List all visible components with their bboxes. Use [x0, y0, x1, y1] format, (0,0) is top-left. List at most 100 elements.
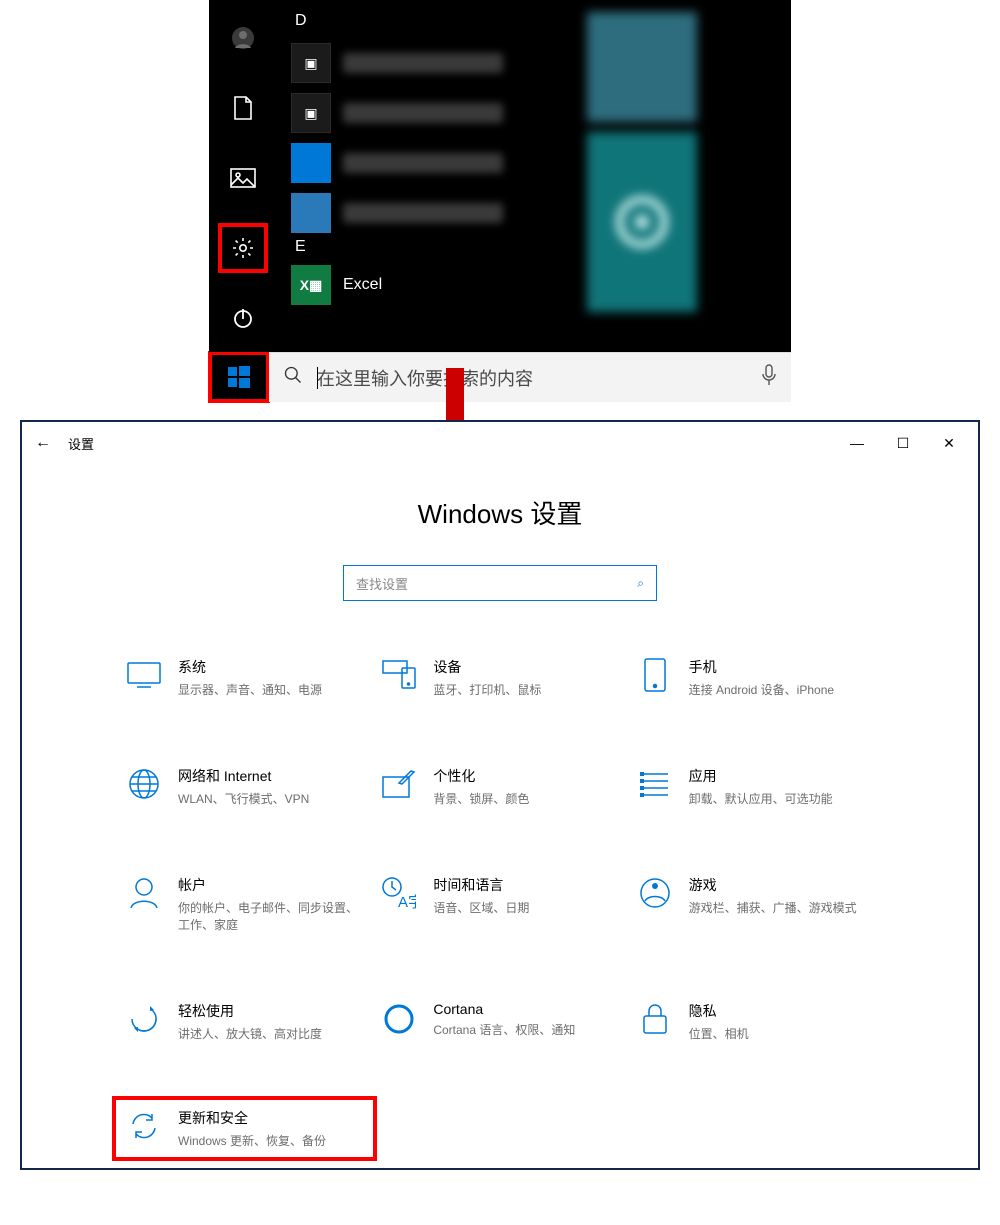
category-desc: 卸载、默认应用、可选功能 [689, 790, 833, 807]
category-desc: 位置、相机 [689, 1025, 749, 1042]
back-button[interactable]: ← [28, 434, 58, 452]
category-desc: Windows 更新、恢复、备份 [178, 1132, 326, 1149]
settings-categories: 系统 显示器、声音、通知、电源 设备 蓝牙、打印机、鼠标 手机 [122, 651, 878, 1153]
category-update-security[interactable]: 更新和安全 Windows 更新、恢复、备份 [112, 1096, 377, 1161]
category-desc: 背景、锁屏、颜色 [433, 790, 529, 807]
maximize-button[interactable]: ☐ [880, 422, 926, 464]
category-title: 游戏 [689, 875, 857, 895]
category-title: 系统 [178, 657, 322, 677]
start-button[interactable] [209, 352, 269, 402]
apps-icon [637, 766, 673, 802]
category-desc: 显示器、声音、通知、电源 [178, 681, 322, 698]
app-item[interactable] [287, 188, 577, 238]
svg-text:A字: A字 [398, 894, 416, 909]
app-label: Excel [343, 276, 382, 294]
user-account-icon[interactable] [219, 14, 267, 62]
category-desc: 语音、区域、日期 [433, 899, 529, 916]
phone-icon [637, 657, 673, 693]
category-desc: 游戏栏、捕获、广播、游戏模式 [689, 899, 857, 916]
category-title: 更新和安全 [178, 1108, 326, 1128]
category-title: Cortana [433, 1001, 575, 1017]
category-title: 应用 [689, 766, 833, 786]
search-placeholder: 查找设置 [356, 574, 408, 593]
search-placeholder: 在这里输入你要搜索的内容 [317, 365, 533, 391]
start-tile[interactable] [587, 132, 697, 312]
start-tile[interactable] [587, 12, 697, 122]
category-desc: 蓝牙、打印机、鼠标 [433, 681, 541, 698]
category-accounts[interactable]: 帐户 你的帐户、电子邮件、同步设置、工作、家庭 [122, 869, 367, 939]
accounts-icon [126, 875, 162, 911]
category-desc: 你的帐户、电子邮件、同步设置、工作、家庭 [178, 899, 358, 933]
settings-search-input[interactable]: 查找设置 ⌕ [343, 565, 657, 601]
window-titlebar: ← 设置 — ☐ ✕ [22, 422, 978, 464]
category-title: 个性化 [433, 766, 529, 786]
category-title: 网络和 Internet [178, 766, 309, 786]
category-apps[interactable]: 应用 卸载、默认应用、可选功能 [633, 760, 878, 813]
window-controls: — ☐ ✕ [834, 422, 972, 464]
start-left-rail [209, 0, 277, 352]
app-label-blurred [343, 103, 503, 123]
category-ease-of-access[interactable]: 轻松使用 讲述人、放大镜、高对比度 [122, 995, 367, 1048]
taskbar: 在这里输入你要搜索的内容 [209, 352, 791, 402]
cortana-icon [381, 1001, 417, 1037]
category-title: 时间和语言 [433, 875, 529, 895]
app-item[interactable]: ▣ [287, 38, 577, 88]
category-title: 隐私 [689, 1001, 749, 1021]
category-time-language[interactable]: A字 时间和语言 语音、区域、日期 [377, 869, 622, 939]
globe-icon [126, 766, 162, 802]
category-desc: 讲述人、放大镜、高对比度 [178, 1025, 322, 1042]
ease-of-access-icon [126, 1001, 162, 1037]
search-icon: ⌕ [637, 576, 644, 591]
app-tile-icon: ▣ [291, 93, 331, 133]
start-menu-body: D ▣ ▣ E X▦ Excel [209, 0, 791, 352]
category-cortana[interactable]: Cortana Cortana 语言、权限、通知 [377, 995, 622, 1048]
category-title: 帐户 [178, 875, 358, 895]
taskbar-search[interactable]: 在这里输入你要搜索的内容 [269, 352, 791, 402]
pictures-icon[interactable] [219, 154, 267, 202]
category-network[interactable]: 网络和 Internet WLAN、飞行模式、VPN [122, 760, 367, 813]
section-letter-d[interactable]: D [295, 12, 577, 30]
category-gaming[interactable]: 游戏 游戏栏、捕获、广播、游戏模式 [633, 869, 878, 939]
start-tile-area [577, 0, 791, 352]
app-label-blurred [343, 53, 503, 73]
category-personalization[interactable]: 个性化 背景、锁屏、颜色 [377, 760, 622, 813]
gaming-icon [637, 875, 673, 911]
system-icon [126, 657, 162, 693]
app-item[interactable] [287, 138, 577, 188]
app-tile-icon [291, 193, 331, 233]
app-label-blurred [343, 153, 503, 173]
minimize-button[interactable]: — [834, 422, 880, 464]
app-item-excel[interactable]: X▦ Excel [287, 260, 577, 310]
start-menu: D ▣ ▣ E X▦ Excel [209, 0, 791, 402]
category-title: 设备 [433, 657, 541, 677]
time-language-icon: A字 [381, 875, 417, 911]
category-privacy[interactable]: 隐私 位置、相机 [633, 995, 878, 1048]
power-icon[interactable] [219, 294, 267, 342]
update-icon [126, 1108, 162, 1144]
app-label-blurred [343, 203, 503, 223]
section-letter-e[interactable]: E [295, 238, 577, 256]
category-phone[interactable]: 手机 连接 Android 设备、iPhone [633, 651, 878, 704]
window-title: 设置 [68, 434, 94, 453]
settings-icon[interactable] [219, 224, 267, 272]
category-devices[interactable]: 设备 蓝牙、打印机、鼠标 [377, 651, 622, 704]
category-title: 轻松使用 [178, 1001, 322, 1021]
devices-icon [381, 657, 417, 693]
app-tile-icon: ▣ [291, 43, 331, 83]
settings-body: Windows 设置 查找设置 ⌕ 系统 显示器、声音、通知、电源 [22, 464, 978, 1183]
category-desc: Cortana 语言、权限、通知 [433, 1021, 575, 1038]
search-icon [283, 365, 303, 390]
excel-icon: X▦ [291, 265, 331, 305]
app-item[interactable]: ▣ [287, 88, 577, 138]
mic-icon[interactable] [761, 364, 777, 391]
start-app-list: D ▣ ▣ E X▦ Excel [277, 0, 577, 352]
category-system[interactable]: 系统 显示器、声音、通知、电源 [122, 651, 367, 704]
page-title: Windows 设置 [122, 494, 878, 531]
settings-window: ← 设置 — ☐ ✕ Windows 设置 查找设置 ⌕ 系统 显示器、声音、通… [20, 420, 980, 1170]
category-desc: 连接 Android 设备、iPhone [689, 681, 834, 698]
documents-icon[interactable] [219, 84, 267, 132]
category-desc: WLAN、飞行模式、VPN [178, 790, 309, 807]
close-button[interactable]: ✕ [926, 422, 972, 464]
lock-icon [637, 1001, 673, 1037]
category-title: 手机 [689, 657, 834, 677]
